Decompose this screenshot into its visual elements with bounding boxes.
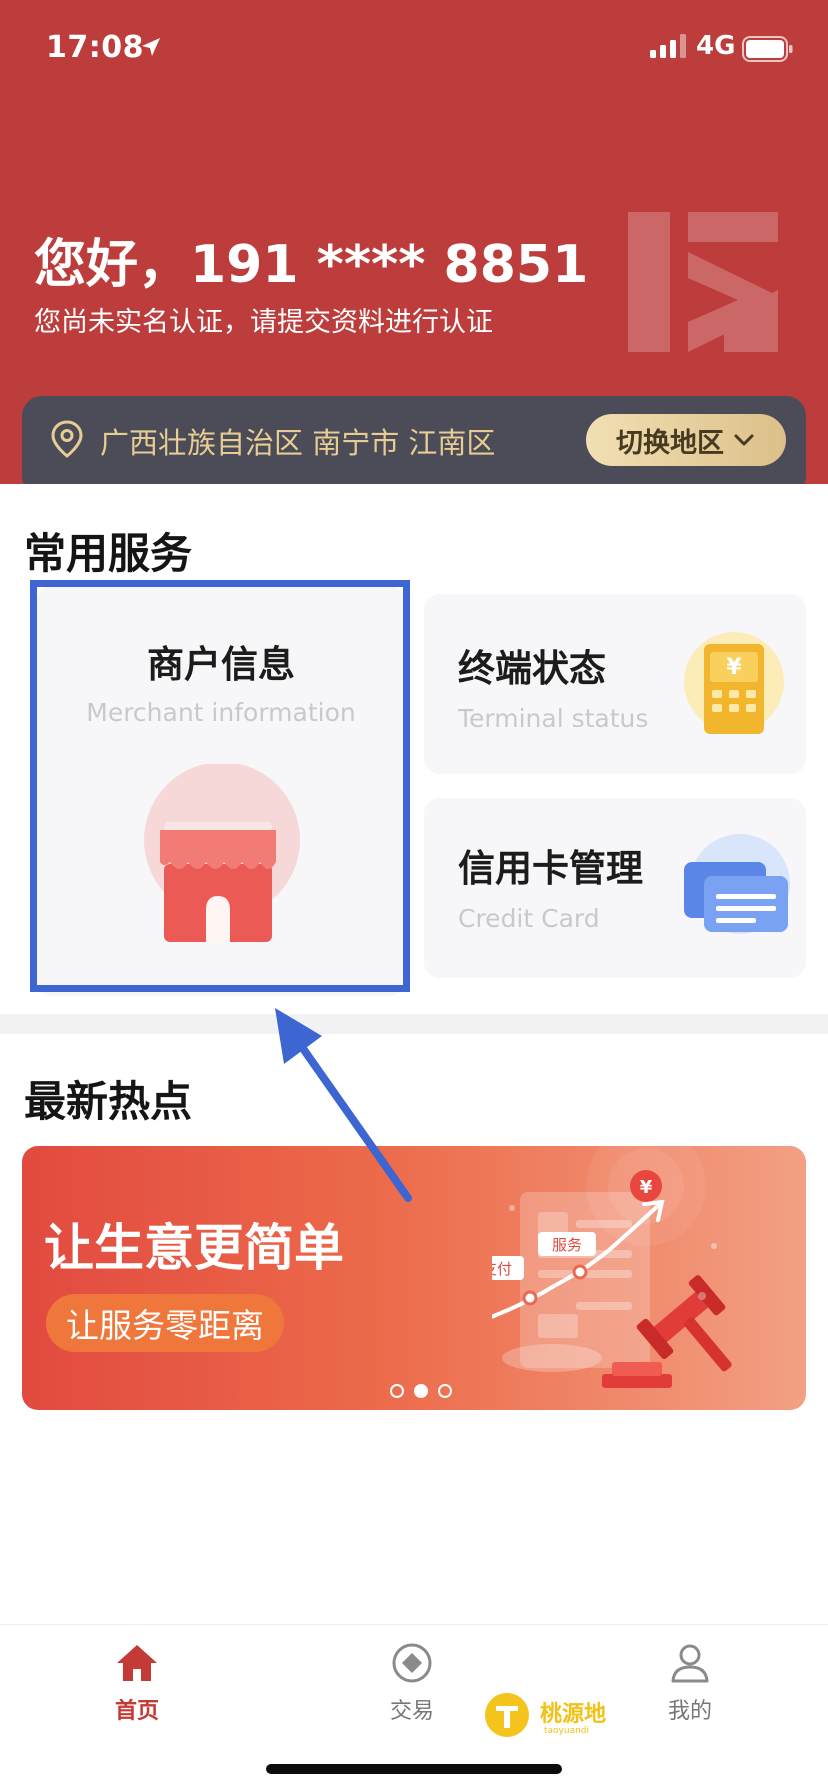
promo-banner[interactable]: 让生意更简单 让服务零距离 支付 服务 ¥ xyxy=(22,1146,806,1410)
battery-icon xyxy=(742,36,793,62)
brand-logo-icon xyxy=(628,212,778,352)
pos-terminal-icon: ¥ xyxy=(684,632,784,734)
network-label: 4G xyxy=(696,31,736,61)
tab-mine[interactable]: 我的 xyxy=(630,1641,750,1725)
location-bar: 广西壮族自治区 南宁市 江南区 切换地区 xyxy=(22,396,806,484)
tab-trade-label: 交易 xyxy=(389,1699,434,1724)
trade-icon xyxy=(392,1643,432,1683)
terminal-status-card[interactable]: 终端状态 Terminal status ¥ xyxy=(424,594,806,774)
content: 常用服务 商户信息 Merchant information 终端状态 Term… xyxy=(0,484,828,1624)
banner-pagination xyxy=(390,1384,452,1398)
tab-trade[interactable]: 交易 xyxy=(352,1641,472,1725)
status-time: 17:08 xyxy=(46,30,144,65)
home-indicator[interactable] xyxy=(266,1764,562,1774)
section-divider xyxy=(0,1014,828,1034)
banner-title: 让生意更简单 xyxy=(44,1219,344,1277)
pagination-dot[interactable] xyxy=(438,1384,452,1398)
watermark-text: 桃源地 xyxy=(540,1702,607,1727)
terminal-status-subtitle: Terminal status xyxy=(458,704,649,733)
credit-card-title: 信用卡管理 xyxy=(458,847,643,890)
switch-region-button[interactable]: 切换地区 xyxy=(586,414,786,466)
banner-pill: 让服务零距离 xyxy=(46,1294,284,1352)
highlight-box xyxy=(30,580,410,992)
current-location: 广西壮族自治区 南宁市 江南区 xyxy=(100,426,496,460)
user-icon xyxy=(671,1644,709,1683)
status-bar: 17:08 4G xyxy=(0,0,828,100)
header: 17:08 4G 您好，191 **** 8851 您尚未实名认证，请提交资料进… xyxy=(0,0,828,484)
pagination-dot[interactable] xyxy=(414,1384,428,1398)
services-title: 常用服务 xyxy=(24,529,193,578)
tab-mine-label: 我的 xyxy=(667,1699,712,1724)
verify-hint[interactable]: 您尚未实名认证，请提交资料进行认证 xyxy=(34,300,493,339)
tab-home-label: 首页 xyxy=(114,1699,159,1724)
banner-illustration: 支付 服务 ¥ xyxy=(492,1146,732,1388)
credit-card-icon xyxy=(684,834,790,934)
watermark-logo-icon xyxy=(485,1693,529,1737)
location-arrow-icon xyxy=(142,38,160,56)
credit-card-subtitle: Credit Card xyxy=(458,904,600,933)
pagination-dot[interactable] xyxy=(390,1384,404,1398)
hot-title: 最新热点 xyxy=(24,1077,193,1126)
tab-home[interactable]: 首页 xyxy=(77,1641,197,1725)
signal-icon xyxy=(650,34,686,58)
tag-pay: 支付 xyxy=(492,1260,512,1278)
greeting: 您好，191 **** 8851 xyxy=(34,235,589,295)
terminal-status-title: 终端状态 xyxy=(458,647,606,690)
chevron-down-icon xyxy=(734,434,754,446)
watermark-small-text: taoyuandi xyxy=(544,1726,590,1736)
currency-icon: ¥ xyxy=(640,1177,653,1198)
credit-card-card[interactable]: 信用卡管理 Credit Card xyxy=(424,798,806,978)
svg-text:¥: ¥ xyxy=(726,655,742,680)
tag-service: 服务 xyxy=(552,1236,582,1254)
switch-region-label: 切换地区 xyxy=(616,427,724,459)
home-icon xyxy=(117,1645,157,1681)
location-pin-icon xyxy=(51,420,83,458)
